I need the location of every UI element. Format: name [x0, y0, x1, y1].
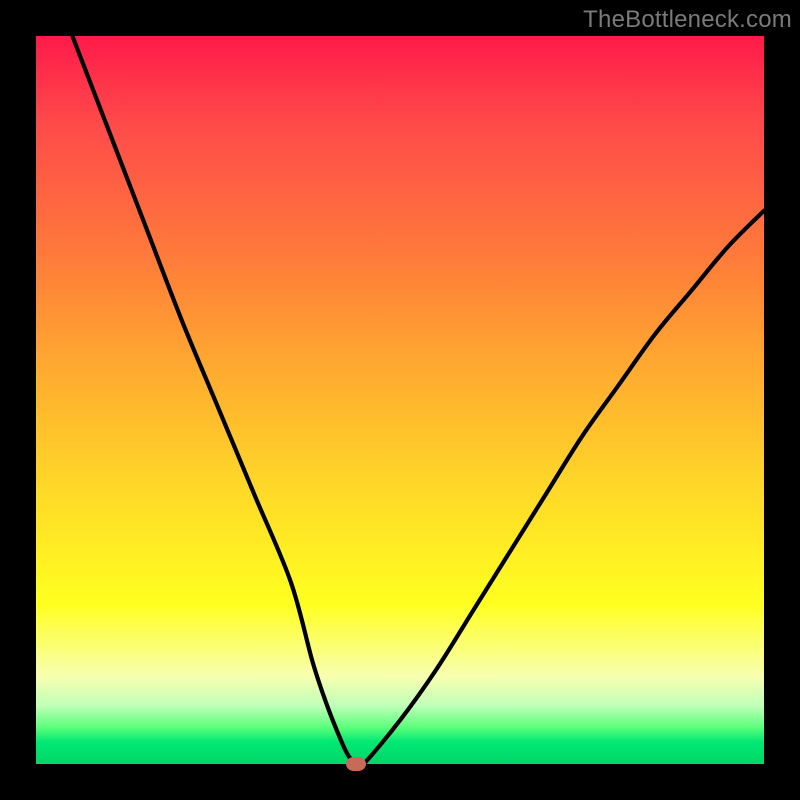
watermark-text: TheBottleneck.com: [583, 6, 792, 34]
chart-frame: TheBottleneck.com: [0, 0, 800, 800]
bottleneck-curve: [36, 36, 764, 764]
plot-area: [36, 36, 764, 764]
minimum-marker: [346, 757, 366, 771]
